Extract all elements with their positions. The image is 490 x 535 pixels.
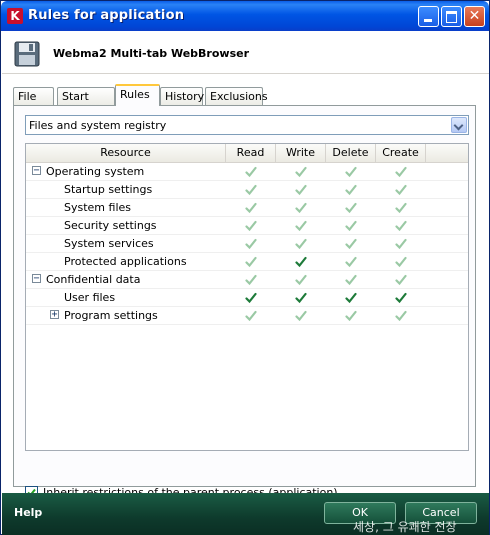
maximize-button[interactable] — [441, 6, 462, 27]
permission-read-check-icon[interactable] — [245, 274, 257, 286]
collapse-icon[interactable]: − — [32, 166, 41, 176]
permission-create-check-icon[interactable] — [395, 292, 407, 304]
resource-label: Operating system — [46, 165, 145, 178]
rules-tab-page: Files and system registry Resource Read … — [13, 105, 476, 499]
column-write[interactable]: Write — [276, 144, 326, 162]
app-header: Webma2 Multi-tab WebBrowser — [2, 31, 489, 74]
resource-label: Security settings — [64, 219, 157, 232]
table-row[interactable]: − Operating system — [26, 163, 468, 181]
floppy-disk-icon — [14, 41, 40, 67]
permission-read-check-icon[interactable] — [245, 220, 257, 232]
permission-create-check-icon[interactable] — [395, 310, 407, 322]
permission-delete-check-icon[interactable] — [345, 166, 357, 178]
permission-create-check-icon[interactable] — [395, 166, 407, 178]
rules-table: Resource Read Write Delete Create − Opera… — [25, 143, 469, 451]
permission-delete-check-icon[interactable] — [345, 256, 357, 268]
permission-delete-check-icon[interactable] — [345, 292, 357, 304]
tab-rules[interactable]: Rules — [115, 84, 160, 106]
tab-history[interactable]: History — [160, 87, 205, 105]
permission-delete-check-icon[interactable] — [345, 202, 357, 214]
resource-label: System files — [64, 201, 131, 214]
tab-file[interactable]: File — [13, 87, 54, 105]
watermark-text: 세상, 그 유쾌한 전장 — [353, 520, 457, 534]
table-row[interactable]: User files — [26, 289, 468, 307]
tab-label: Exclusions — [210, 90, 268, 103]
permission-delete-check-icon[interactable] — [345, 238, 357, 250]
tab-label: File — [18, 90, 37, 103]
permission-delete-check-icon[interactable] — [345, 310, 357, 322]
table-row[interactable]: Protected applications — [26, 253, 468, 271]
close-icon: ✕ — [468, 8, 481, 24]
permission-write-check-icon[interactable] — [295, 184, 307, 196]
permission-write-check-icon[interactable] — [295, 274, 307, 286]
permission-write-check-icon[interactable] — [295, 202, 307, 214]
table-row[interactable]: System files — [26, 199, 468, 217]
column-resource[interactable]: Resource — [26, 144, 226, 162]
permission-write-check-icon[interactable] — [295, 292, 307, 304]
tab-exclusions[interactable]: Exclusions — [205, 87, 268, 105]
dropdown-value: Files and system registry — [29, 119, 167, 132]
tab-start-time[interactable]: Start time — [57, 87, 115, 120]
permission-create-check-icon[interactable] — [395, 256, 407, 268]
table-row[interactable]: + Program settings — [26, 307, 468, 325]
permission-create-check-icon[interactable] — [395, 274, 407, 286]
resource-label: User files — [64, 291, 116, 304]
permission-create-check-icon[interactable] — [395, 220, 407, 232]
tab-label: History — [165, 90, 205, 103]
expand-icon[interactable]: + — [50, 310, 59, 320]
table-row[interactable]: Startup settings — [26, 181, 468, 199]
table-row[interactable]: − Confidential data — [26, 271, 468, 289]
column-create[interactable]: Create — [376, 144, 426, 162]
permission-write-check-icon[interactable] — [295, 310, 307, 322]
resource-label: Confidential data — [46, 273, 141, 286]
tab-label: Rules — [120, 88, 150, 101]
permission-read-check-icon[interactable] — [245, 202, 257, 214]
kaspersky-logo-icon: K — [7, 8, 23, 24]
permission-create-check-icon[interactable] — [395, 238, 407, 250]
table-header: Resource Read Write Delete Create — [26, 144, 468, 163]
permission-delete-check-icon[interactable] — [345, 274, 357, 286]
permission-read-check-icon[interactable] — [245, 184, 257, 196]
close-button[interactable]: ✕ — [464, 6, 485, 27]
resource-label: Program settings — [64, 309, 158, 322]
title-bar[interactable]: K Rules for application ✕ — [1, 1, 489, 31]
app-name: Webma2 Multi-tab WebBrowser — [53, 47, 250, 60]
resource-type-dropdown[interactable]: Files and system registry — [25, 115, 469, 135]
permission-read-check-icon[interactable] — [245, 166, 257, 178]
table-row[interactable]: System services — [26, 235, 468, 253]
resource-label: System services — [64, 237, 154, 250]
resource-label: Protected applications — [64, 255, 187, 268]
help-link[interactable]: Help — [14, 506, 42, 519]
collapse-icon[interactable]: − — [32, 274, 41, 284]
chevron-down-icon[interactable] — [451, 117, 467, 133]
permission-read-check-icon[interactable] — [245, 256, 257, 268]
rules-panel: File Start time Rules History Exclusions… — [2, 74, 489, 499]
column-read[interactable]: Read — [226, 144, 276, 162]
permission-write-check-icon[interactable] — [295, 166, 307, 178]
permission-write-check-icon[interactable] — [295, 238, 307, 250]
permission-write-check-icon[interactable] — [295, 220, 307, 232]
permission-read-check-icon[interactable] — [245, 310, 257, 322]
minimize-button[interactable] — [418, 6, 439, 27]
permission-read-check-icon[interactable] — [245, 292, 257, 304]
permission-delete-check-icon[interactable] — [345, 220, 357, 232]
permission-delete-check-icon[interactable] — [345, 184, 357, 196]
table-row[interactable]: Security settings — [26, 217, 468, 235]
permission-create-check-icon[interactable] — [395, 184, 407, 196]
permission-create-check-icon[interactable] — [395, 202, 407, 214]
column-delete[interactable]: Delete — [326, 144, 376, 162]
window-title: Rules for application — [28, 8, 185, 23]
dialog-window: K Rules for application ✕ Webma2 Multi-t… — [0, 0, 490, 535]
permission-write-check-icon[interactable] — [295, 256, 307, 268]
resource-label: Startup settings — [64, 183, 153, 196]
permission-read-check-icon[interactable] — [245, 238, 257, 250]
